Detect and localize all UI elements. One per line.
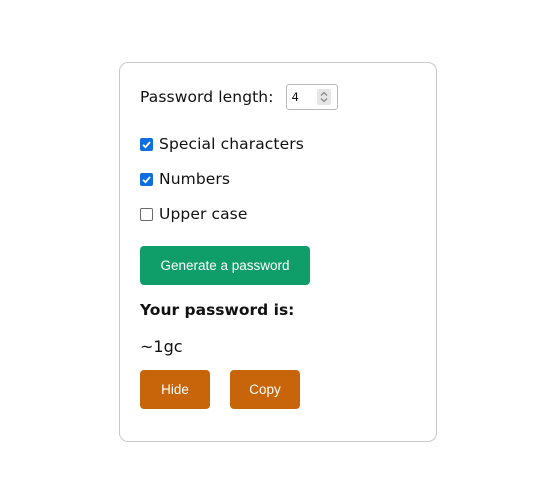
password-length-input[interactable]: 4 (285, 84, 338, 110)
number-spinner-icon[interactable] (316, 89, 331, 105)
generated-password: ~1gc (140, 337, 183, 356)
password-length-label: Password length: (140, 88, 274, 106)
password-length-row: Password length: 4 (140, 83, 338, 111)
checkmark-icon (142, 175, 151, 184)
option-numbers[interactable]: Numbers (140, 168, 230, 190)
password-generator-card: Password length: 4 Special characters Nu… (119, 62, 437, 442)
numbers-checkbox[interactable] (140, 172, 153, 186)
option-upper-case[interactable]: Upper case (140, 203, 248, 225)
upper-case-label[interactable]: Upper case (159, 205, 248, 223)
result-title: Your password is: (140, 301, 295, 319)
option-special-characters[interactable]: Special characters (140, 133, 304, 155)
hide-button[interactable]: Hide (140, 370, 210, 409)
copy-button[interactable]: Copy (230, 370, 300, 409)
checkmark-icon (142, 140, 151, 149)
generate-password-button[interactable]: Generate a password (140, 246, 310, 285)
numbers-label[interactable]: Numbers (159, 170, 230, 188)
special-characters-label[interactable]: Special characters (159, 135, 304, 153)
upper-case-checkbox[interactable] (140, 207, 153, 221)
special-characters-checkbox[interactable] (140, 137, 153, 151)
password-length-value[interactable]: 4 (287, 90, 299, 104)
